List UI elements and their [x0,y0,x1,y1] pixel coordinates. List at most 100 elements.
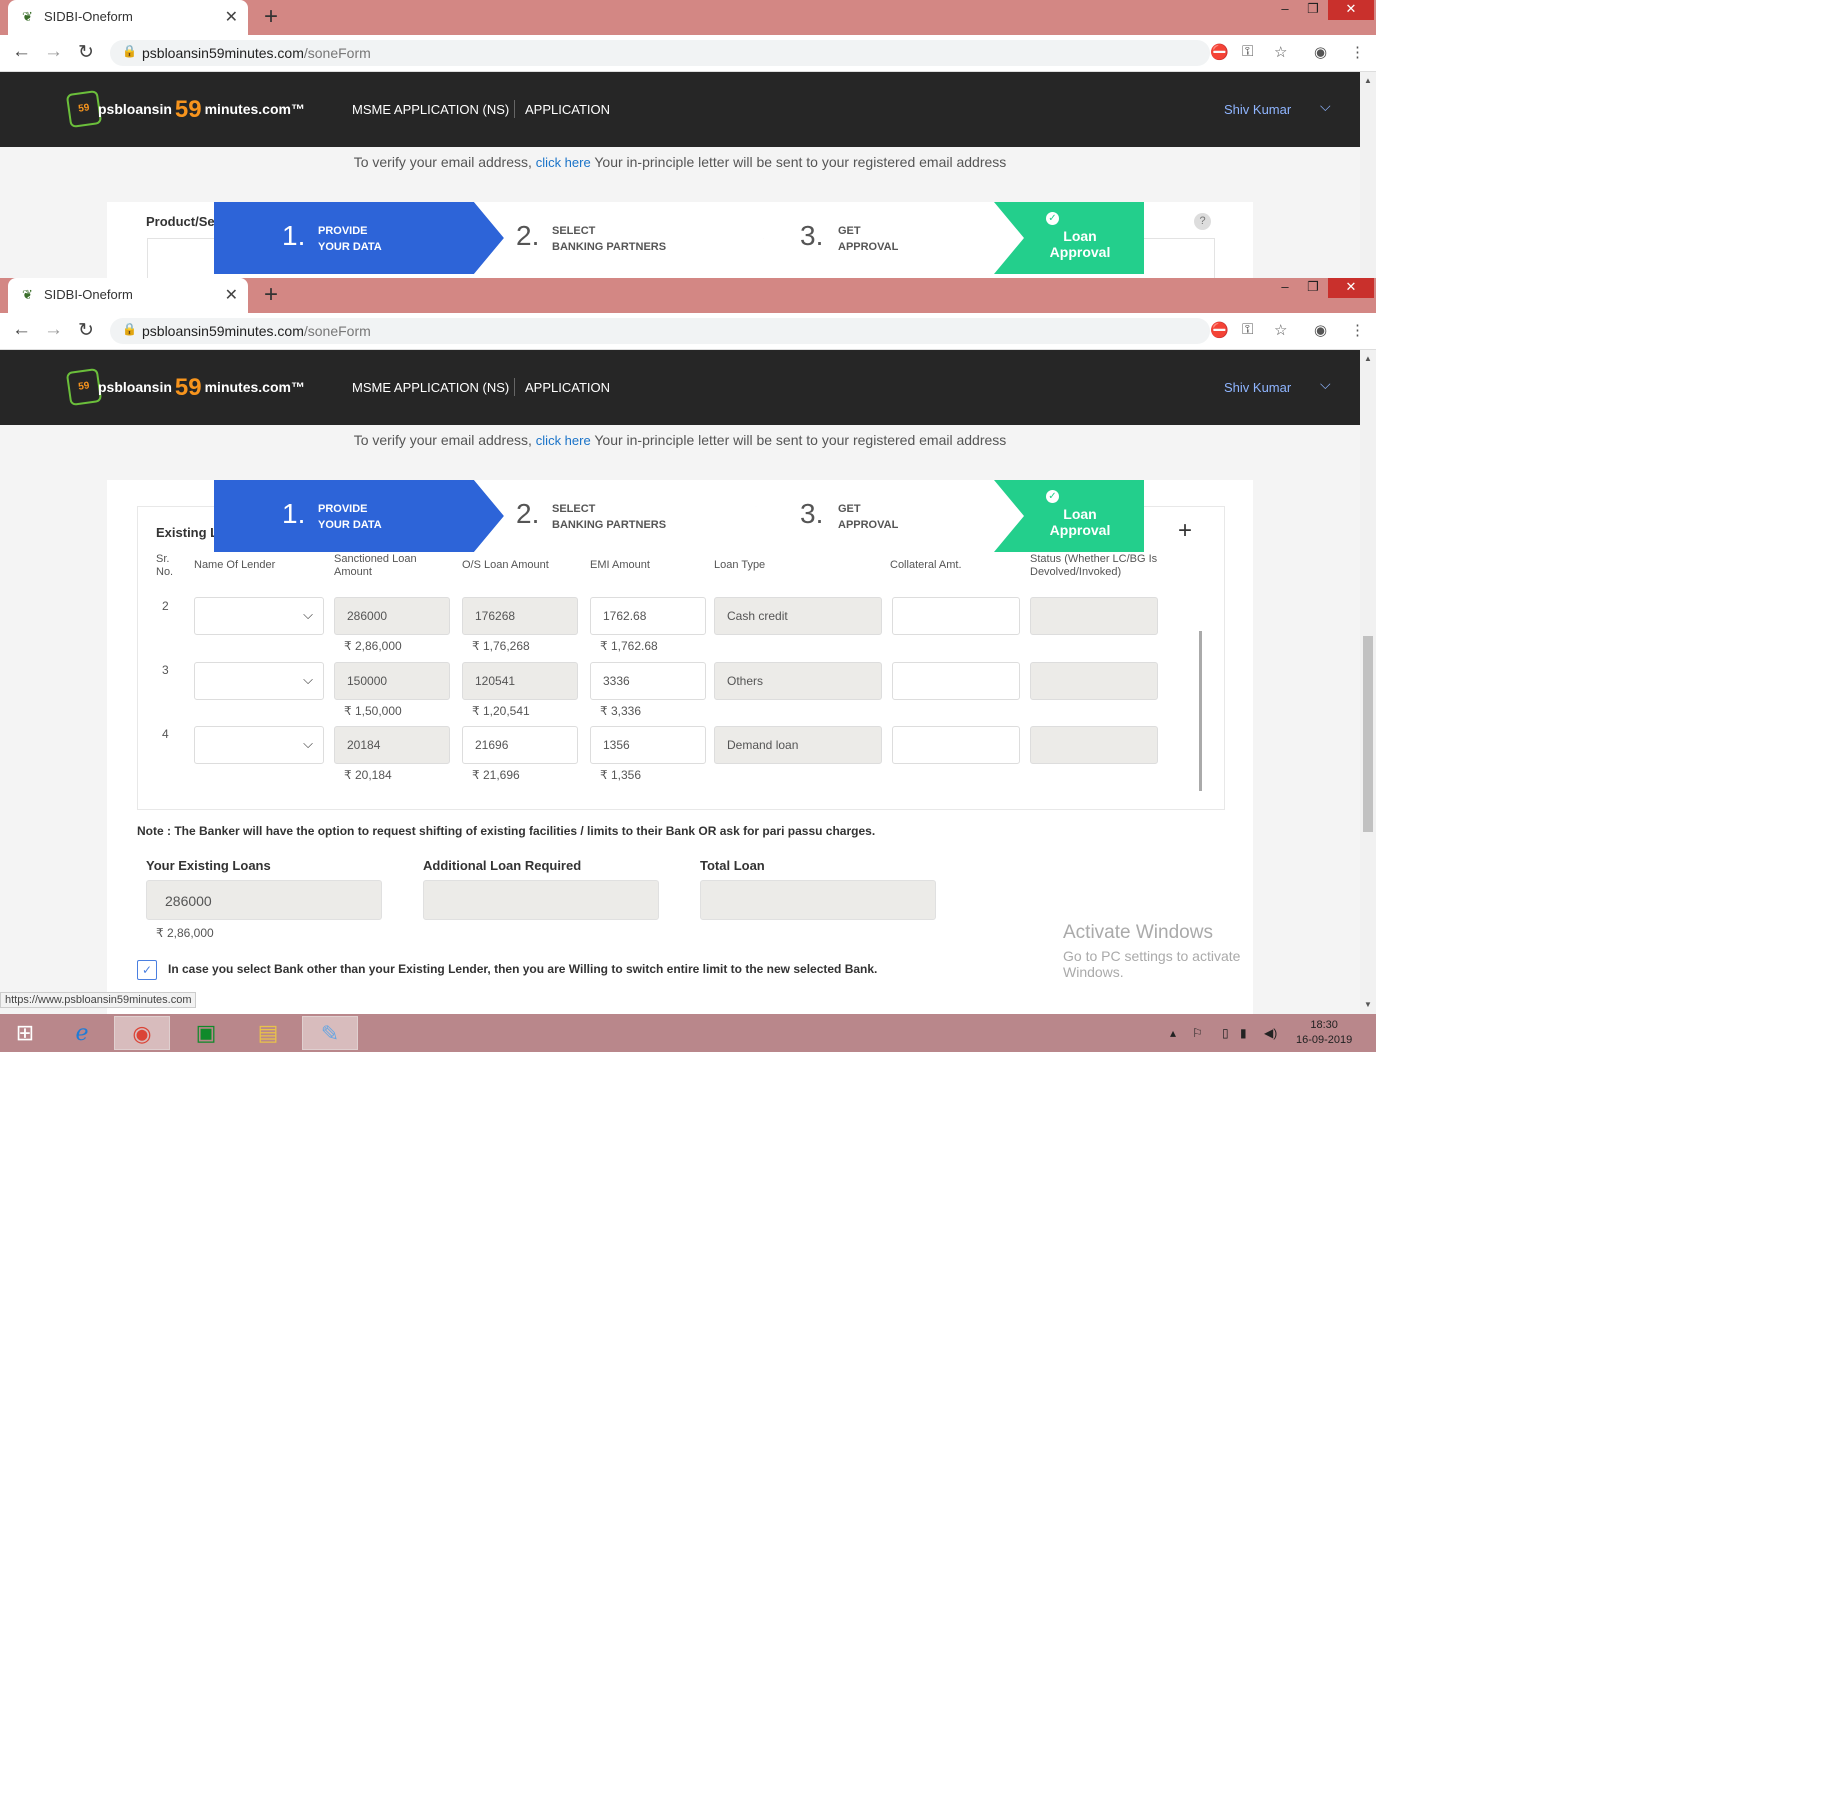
collateral-amount-field[interactable] [892,597,1020,635]
account-icon[interactable]: ◉ [1314,43,1327,61]
tab-close-icon[interactable]: ✕ [225,285,238,305]
existing-loans-label: Your Existing Loans [146,858,271,873]
paint-icon[interactable]: ✎ [302,1016,358,1050]
address-bar: ← → ↻ 🔒 psbloansin59minutes.com/soneForm… [0,313,1376,350]
forward-icon[interactable]: → [44,41,63,63]
nav-application[interactable]: APPLICATION [525,380,610,395]
page-scrollbar[interactable]: ▲ [1360,72,1376,278]
step-number: 1. [282,220,306,251]
verify-link[interactable]: click here [536,433,591,448]
restore-icon[interactable]: ❐ [1296,0,1330,20]
scroll-thumb[interactable] [1363,636,1373,832]
close-window-icon[interactable]: ✕ [1328,278,1374,298]
nav-msme-application[interactable]: MSME APPLICATION (NS) [352,102,509,117]
blocked-icon[interactable]: ⛔ [1210,43,1229,61]
logo[interactable]: psbloansin 59 minutes.com™ [98,374,305,402]
volume-icon[interactable]: ◀) [1264,1026,1277,1040]
step-number: 1. [282,498,306,529]
total-loan-field [700,880,936,920]
page-content: 59 psbloansin 59 minutes.com™ MSME APPLICA… [0,350,1360,1014]
close-window-icon[interactable]: ✕ [1328,0,1374,20]
battery-icon[interactable]: ▯ [1222,1026,1229,1040]
forward-icon[interactable]: → [44,319,63,341]
table-scrollbar[interactable] [1199,631,1202,791]
switch-lender-checkbox[interactable]: ✓ [137,960,157,980]
new-tab-button[interactable]: + [264,281,278,309]
folder-icon[interactable]: ▤ [240,1016,296,1050]
progress-steps: 1. PROVIDE YOUR DATA 2. SELECT BANKING PAR… [214,202,1144,274]
url-field[interactable]: 🔒 psbloansin59minutes.com/soneForm [110,318,1210,344]
add-loan-button[interactable]: + [1178,517,1192,545]
logo-badge-icon: 59 [65,89,103,129]
collateral-amount-field[interactable] [892,726,1020,764]
star-icon[interactable]: ☆ [1274,321,1287,339]
logo-badge-icon: 59 [65,367,103,407]
user-name[interactable]: Shiv Kumar [1224,380,1291,395]
activate-windows-title: Activate Windows [1063,922,1213,943]
scroll-up-icon[interactable]: ▲ [1364,354,1372,363]
chrome-icon[interactable]: ◉ [114,1016,170,1050]
lender-select[interactable]: ⌵ [194,662,324,700]
lender-select[interactable]: ⌵ [194,597,324,635]
address-bar: ← → ↻ 🔒 psbloansin59minutes.com/soneForm… [0,35,1376,72]
url-text: psbloansin59minutes.com/soneForm [142,45,371,61]
tray-arrow-icon[interactable]: ▴ [1170,1026,1176,1040]
section-label: Product/Se [146,214,215,229]
menu-icon[interactable]: ⋮ [1350,43,1365,61]
column-header: Sr. No. [156,553,174,578]
app-header: 59 psbloansin 59 minutes.com™ MSME APPLICA… [0,72,1360,147]
nav-msme-application[interactable]: MSME APPLICATION (NS) [352,380,509,395]
section-label: Existing L [156,525,219,540]
taskbar: ⊞ ℯ ◉ ▣ ▤ ✎ ▴ ⚐ ▯ ▮ ◀) 18:30 16-09-2019 [0,1014,1376,1052]
step-label: SELECT BANKING PARTNERS [552,503,667,531]
star-icon[interactable]: ☆ [1274,43,1287,61]
chevron-down-icon[interactable]: ⌵ [1320,376,1331,393]
collateral-amount-field[interactable] [892,662,1020,700]
os-amount-field[interactable]: 21696 [462,726,578,764]
verify-link[interactable]: click here [536,155,591,170]
row-number: 3 [162,663,169,677]
emi-amount-field[interactable]: 1762.68 [590,597,706,635]
column-header: O/S Loan Amount [462,559,549,571]
tab-title: SIDBI-Oneform [44,287,133,302]
step-number: 2. [516,498,540,529]
flag-icon[interactable]: ⚐ [1192,1026,1203,1040]
logo[interactable]: psbloansin 59 minutes.com™ [98,96,305,124]
restore-icon[interactable]: ❐ [1296,278,1330,298]
column-header: Sanctioned Loan Amount [334,553,417,578]
nav-application[interactable]: APPLICATION [525,102,610,117]
reload-icon[interactable]: ↻ [78,41,94,64]
tab-close-icon[interactable]: ✕ [225,7,238,27]
chevron-down-icon[interactable]: ⌵ [1320,98,1331,115]
url-field[interactable]: 🔒 psbloansin59minutes.com/soneForm [110,40,1210,66]
step-label: PROVIDE YOUR DATA [318,225,382,253]
key-icon[interactable]: ⚿ [1242,43,1253,60]
scroll-down-icon[interactable]: ▼ [1364,1000,1372,1009]
lender-select[interactable]: ⌵ [194,726,324,764]
blocked-icon[interactable]: ⛔ [1210,321,1229,339]
store-icon[interactable]: ▣ [178,1016,234,1050]
page-scrollbar[interactable]: ▲ ▼ [1360,350,1376,1014]
browser-tab[interactable]: ❦ SIDBI-Oneform ✕ [8,278,248,313]
step-label: Loan Approval [1049,228,1111,260]
emi-amount-field[interactable]: 3336 [590,662,706,700]
browser-tab[interactable]: ❦ SIDBI-Oneform ✕ [8,0,248,35]
help-icon[interactable]: ? [1194,213,1211,230]
sanctioned-amount-formatted: ₹ 20,184 [344,768,392,782]
menu-icon[interactable]: ⋮ [1350,321,1365,339]
start-icon[interactable]: ⊞ [0,1016,50,1050]
key-icon[interactable]: ⚿ [1242,321,1253,338]
reload-icon[interactable]: ↻ [78,319,94,342]
emi-amount-field[interactable]: 1356 [590,726,706,764]
ie-icon[interactable]: ℯ [54,1016,110,1050]
url-text: psbloansin59minutes.com/soneForm [142,323,371,339]
clock[interactable]: 18:30 16-09-2019 [1296,1018,1352,1048]
verify-email-banner: To verify your email address, click here… [353,154,1007,170]
account-icon[interactable]: ◉ [1314,321,1327,339]
new-tab-button[interactable]: + [264,3,278,31]
scroll-up-icon[interactable]: ▲ [1364,76,1372,85]
back-icon[interactable]: ← [12,319,31,341]
back-icon[interactable]: ← [12,41,31,63]
network-icon[interactable]: ▮ [1240,1026,1247,1040]
user-name[interactable]: Shiv Kumar [1224,102,1291,117]
